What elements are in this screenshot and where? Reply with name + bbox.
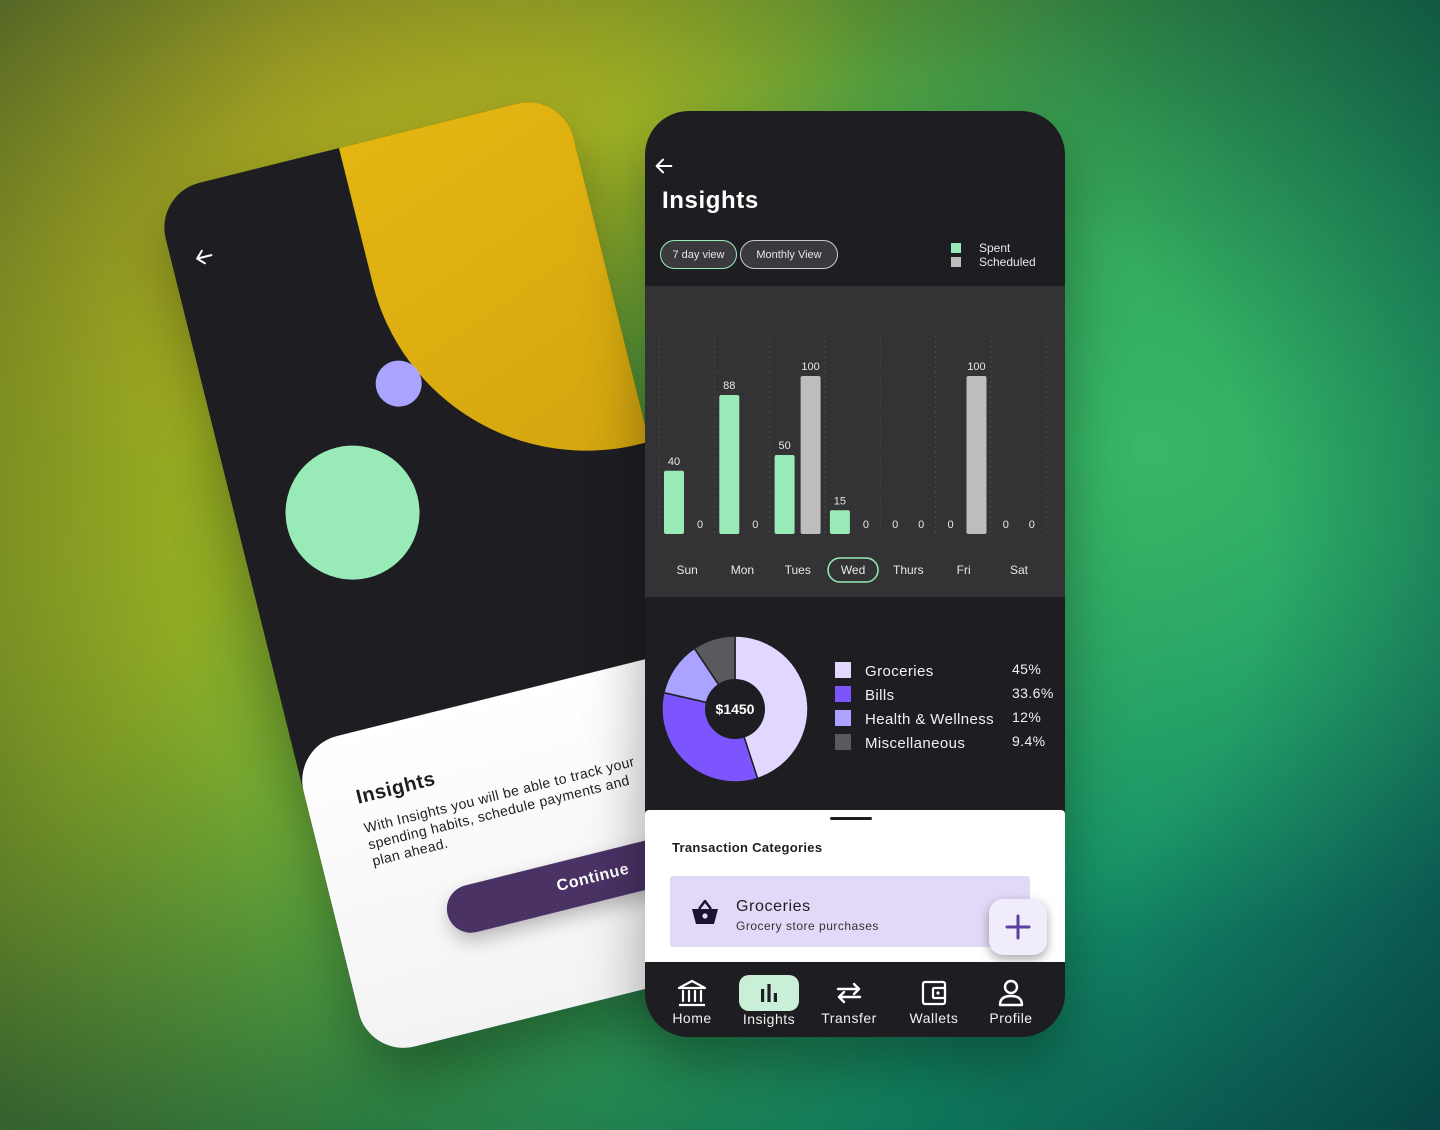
category-row-health: Health & Wellness 12% [835, 709, 1060, 733]
person-icon [997, 976, 1025, 1010]
wallet-icon [920, 976, 948, 1010]
category-swatch [835, 686, 851, 702]
arrow-left-icon[interactable] [191, 244, 218, 271]
category-percent: 33.6% [1012, 685, 1054, 701]
bar-value-label: 15 [834, 495, 846, 507]
bar-value-label: 0 [947, 519, 953, 531]
bottom-nav: Home Insights Transfer Wallets Profile [645, 962, 1065, 1037]
category-swatch [835, 734, 851, 750]
day-label-thurs[interactable]: Thurs [893, 563, 924, 577]
bar-value-label: 0 [1029, 519, 1035, 531]
seven-day-view-toggle[interactable]: 7 day view [660, 240, 737, 269]
arrow-left-icon[interactable] [653, 155, 675, 177]
category-name: Bills [865, 687, 895, 704]
bar-value-label: 0 [918, 519, 924, 531]
legend-spent: Spent [951, 241, 1036, 255]
nav-label: Profile [989, 1010, 1033, 1026]
category-legend: Groceries 45% Bills 33.6% Health & Welln… [835, 661, 1060, 757]
category-percent: 12% [1012, 709, 1042, 725]
category-name: Miscellaneous [865, 735, 966, 752]
bar-scheduled-tues[interactable] [800, 376, 821, 534]
legend-scheduled: Scheduled [951, 255, 1036, 269]
day-label-fri[interactable]: Fri [957, 563, 971, 577]
bar-value-label: 0 [752, 519, 758, 531]
bar-value-label: 88 [723, 380, 735, 392]
plus-icon [1005, 914, 1031, 940]
category-percent: 9.4% [1012, 733, 1046, 749]
add-category-button[interactable] [989, 899, 1047, 955]
nav-label: Wallets [909, 1010, 959, 1026]
nav-profile[interactable]: Profile [985, 962, 1037, 1037]
legend-label-spent: Spent [979, 241, 1011, 255]
basket-icon [692, 899, 718, 924]
bank-icon [676, 976, 708, 1010]
bar-value-label: 0 [1003, 519, 1009, 531]
category-row-misc: Miscellaneous 9.4% [835, 733, 1060, 757]
bar-spent-wed[interactable] [829, 510, 850, 534]
day-label-wed[interactable]: Wed [841, 563, 865, 577]
nav-label: Transfer [821, 1010, 877, 1026]
day-label-sat[interactable]: Sat [1010, 563, 1029, 577]
day-label-sun[interactable]: Sun [676, 563, 697, 577]
bar-value-label: 100 [967, 361, 985, 373]
monthly-view-toggle[interactable]: Monthly View [740, 240, 838, 269]
legend-swatch-scheduled [951, 257, 961, 267]
bar-value-label: 50 [778, 440, 790, 452]
category-name: Health & Wellness [865, 711, 995, 728]
bar-spent-sun[interactable] [664, 470, 684, 534]
bar-spent-mon[interactable] [719, 394, 740, 534]
insights-phone: Insights 7 day view Monthly View Spent S… [645, 111, 1065, 1037]
nav-home[interactable]: Home [668, 962, 716, 1037]
bar-value-label: 0 [892, 519, 898, 531]
weekly-bar-chart: 40 0 Sun 88 0 Mon 50 100 Tues 15 0 Wed 0 0 Thurs 0 100 Fr… [645, 286, 1065, 597]
nav-label: Home [672, 1010, 712, 1026]
bar-value-label: 100 [801, 361, 819, 373]
category-card-groceries[interactable]: Groceries Grocery store purchases [670, 876, 1030, 947]
legend-swatch-spent [951, 243, 961, 253]
bar-value-label: 0 [863, 519, 869, 531]
category-card-name: Groceries [736, 898, 811, 915]
legend-label-scheduled: Scheduled [979, 255, 1036, 269]
category-row-bills: Bills 33.6% [835, 685, 1060, 709]
category-swatch [835, 710, 851, 726]
bar-chart-svg: 40 0 Sun 88 0 Mon 50 100 Tues 15 0 Wed 0 0 Thurs 0 100 Fr… [658, 336, 1047, 583]
chart-legend: Spent Scheduled [951, 241, 1036, 269]
bar-value-label: 40 [668, 456, 680, 468]
day-label-mon[interactable]: Mon [731, 563, 754, 577]
category-percent: 45% [1012, 661, 1042, 677]
swap-arrows-icon [834, 976, 864, 1010]
bar-chart-icon [739, 975, 799, 1011]
sheet-drag-handle[interactable] [830, 817, 872, 820]
nav-wallets[interactable]: Wallets [904, 962, 964, 1037]
category-row-groceries: Groceries 45% [835, 661, 1060, 685]
nav-label: Insights [742, 1011, 796, 1027]
bar-value-label: 0 [697, 519, 703, 531]
category-card-description: Grocery store purchases [736, 919, 879, 933]
bar-scheduled-fri[interactable] [966, 376, 987, 534]
nav-insights[interactable]: Insights [739, 962, 799, 1037]
donut-total: $1450 [705, 679, 765, 739]
day-label-tues[interactable]: Tues [785, 563, 811, 577]
spending-donut-chart: $1450 [660, 634, 810, 784]
page-title: Insights [662, 187, 759, 214]
bar-spent-tues[interactable] [774, 455, 795, 534]
decorative-circle-green [271, 431, 434, 594]
sheet-title: Transaction Categories [672, 840, 823, 855]
category-swatch [835, 662, 851, 678]
nav-transfer[interactable]: Transfer [819, 962, 879, 1037]
category-name: Groceries [865, 663, 934, 680]
